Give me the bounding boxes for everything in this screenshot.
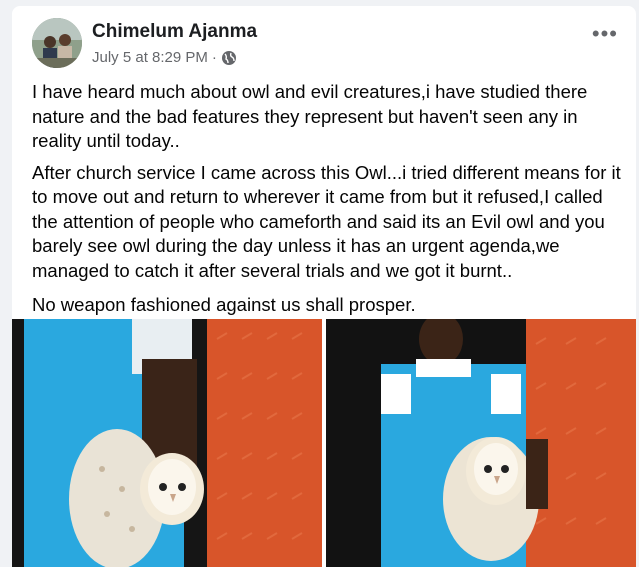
post-paragraph: I have heard much about owl and evil cre… (32, 81, 588, 151)
avatar[interactable] (32, 18, 82, 68)
post-photo-2[interactable] (326, 319, 636, 567)
post-timestamp[interactable]: July 5 at 8:29 PM (92, 49, 208, 66)
post-paragraph: After church service I came across this … (32, 161, 621, 281)
facebook-post: Chimelum Ajanma July 5 at 8:29 PM · ••• … (12, 6, 636, 567)
more-options-button[interactable]: ••• (592, 23, 618, 45)
post-body: I have heard much about owl and evil cre… (32, 80, 624, 325)
post-photo-1[interactable] (12, 319, 322, 567)
post-meta: July 5 at 8:29 PM · (92, 49, 237, 66)
post-paragraph: No weapon fashioned against us shall pro… (32, 294, 416, 315)
owl-photo-image (326, 319, 636, 567)
meta-separator: · (211, 49, 217, 66)
author-name[interactable]: Chimelum Ajanma (92, 21, 257, 43)
owl-photo-image (12, 319, 322, 567)
avatar-image (32, 18, 82, 68)
globe-icon[interactable] (221, 50, 237, 66)
